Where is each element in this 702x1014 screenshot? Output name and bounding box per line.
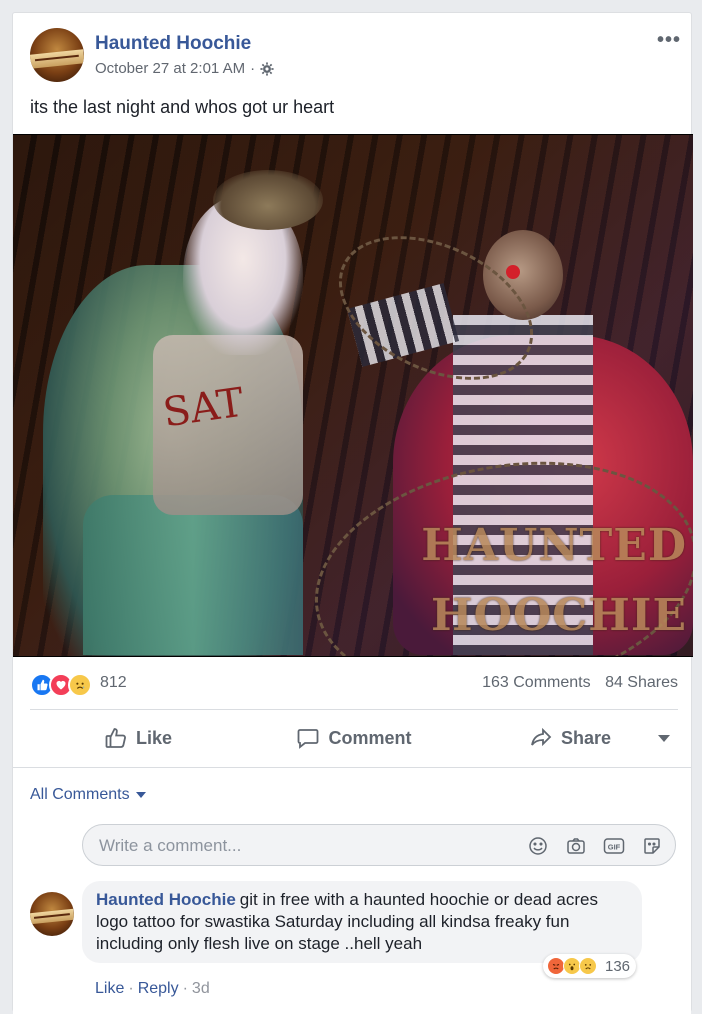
- reaction-count[interactable]: 812: [100, 674, 127, 692]
- photo-clown-nose: [506, 265, 520, 279]
- engagement-counts: 163 Comments 84 Shares: [472, 674, 678, 692]
- sad-reaction-icon: [579, 957, 597, 975]
- comment-reaction-count: 136: [605, 957, 631, 975]
- separator: ·: [182, 980, 188, 997]
- comment-icon: [298, 729, 319, 749]
- post-photo[interactable]: SAT HAUNTED HOOCHIE: [13, 134, 693, 657]
- comment-time[interactable]: 3d: [192, 980, 210, 997]
- share-count[interactable]: 84 Shares: [605, 674, 678, 691]
- post-actions-bar: Like Comment Share: [30, 713, 678, 763]
- comment-tools: GIF: [527, 835, 663, 857]
- comment-like-link[interactable]: Like: [95, 980, 124, 997]
- post-meta: October 27 at 2:01 AM ·: [95, 60, 274, 77]
- separator: ·: [128, 980, 134, 997]
- post-author[interactable]: Haunted Hoochie: [95, 33, 251, 55]
- comment-filter-label: All Comments: [30, 786, 130, 803]
- comment-reply-link[interactable]: Reply: [138, 980, 179, 997]
- gear-icon[interactable]: [260, 61, 274, 76]
- photo-watermark: HOOCHIE: [431, 590, 687, 641]
- photo-figure-legs: [83, 495, 303, 655]
- like-button[interactable]: Like: [30, 726, 246, 750]
- chevron-down-icon: [135, 792, 146, 798]
- comments-section: All Comments Write a comment... GIF Haun…: [13, 767, 691, 1014]
- like-label: Like: [135, 727, 173, 748]
- thumbs-up-icon: [105, 728, 126, 748]
- meta-separator: ·: [250, 60, 256, 77]
- sticker-icon[interactable]: [641, 835, 663, 857]
- emoji-icon[interactable]: [527, 835, 549, 857]
- camera-icon[interactable]: [565, 835, 587, 857]
- comment-author-avatar[interactable]: [30, 892, 74, 936]
- gif-label: GIF: [608, 843, 621, 852]
- page-avatar[interactable]: [30, 28, 84, 82]
- photo-watermark: HAUNTED: [421, 520, 687, 571]
- reaction-icons[interactable]: [30, 673, 92, 697]
- comment-count[interactable]: 163 Comments: [482, 674, 591, 691]
- share-arrow-icon: [531, 727, 552, 747]
- share-options-caret[interactable]: [658, 735, 670, 742]
- comment-input[interactable]: [97, 833, 501, 859]
- comment-label: Comment: [328, 727, 412, 748]
- comment-box[interactable]: GIF: [82, 824, 676, 866]
- post-text: its the last night and whos got ur heart: [30, 97, 335, 117]
- comment-reactions[interactable]: 136: [543, 954, 637, 978]
- divider: [30, 709, 678, 710]
- post-stats: 812 163 Comments 84 Shares: [30, 671, 678, 697]
- post-card: Haunted Hoochie October 27 at 2:01 AM · …: [12, 12, 693, 1014]
- comment-author[interactable]: Haunted Hoochie: [96, 890, 236, 909]
- comment-bubble: Haunted Hoochie git in free with a haunte…: [82, 881, 642, 963]
- photo-figure-hat: [213, 170, 323, 230]
- more-options-button[interactable]: •••: [657, 29, 681, 52]
- comment-actions: Like · Reply · 3d: [95, 980, 210, 998]
- sad-reaction-icon: [68, 673, 92, 697]
- comment-filter-dropdown[interactable]: All Comments: [30, 786, 146, 804]
- gif-icon[interactable]: GIF: [603, 835, 625, 857]
- post-timestamp[interactable]: October 27 at 2:01 AM: [95, 60, 245, 77]
- share-button[interactable]: Share: [462, 726, 678, 750]
- comment-button[interactable]: Comment: [246, 726, 462, 750]
- share-label: Share: [560, 727, 612, 748]
